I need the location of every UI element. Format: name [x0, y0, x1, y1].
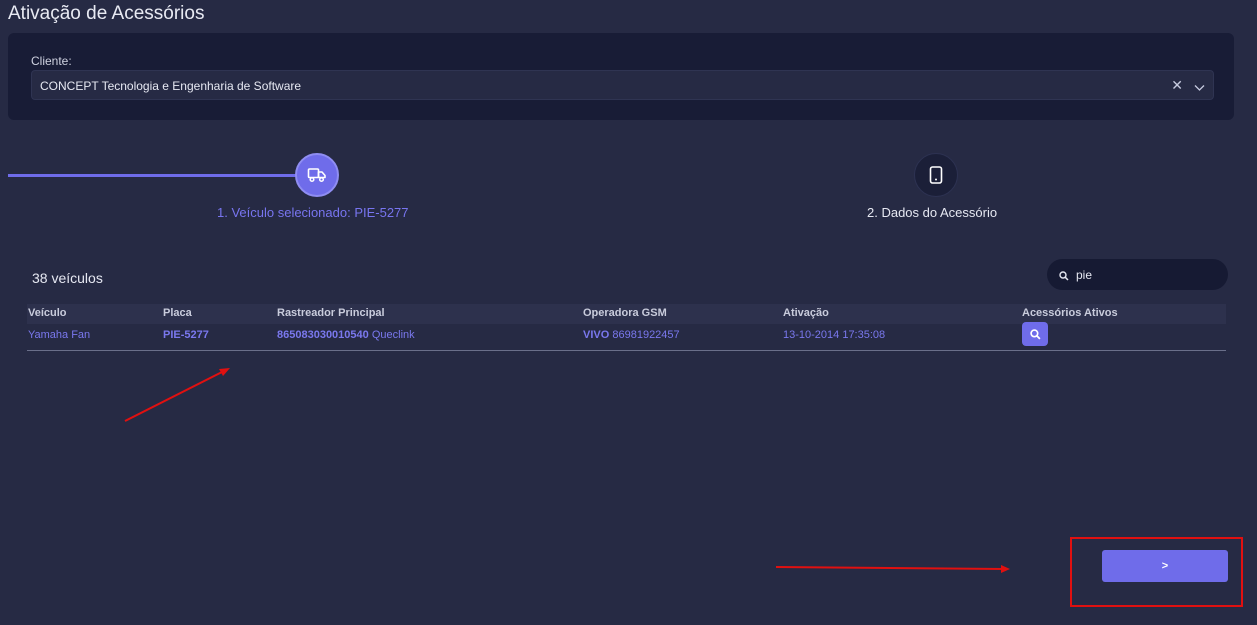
- column-header-acessorios[interactable]: Acessórios Ativos: [1022, 307, 1118, 319]
- step-1-indicator[interactable]: [295, 153, 339, 197]
- client-label: Cliente:: [31, 54, 72, 68]
- search-icon: [1029, 328, 1041, 340]
- search-input[interactable]: [1074, 265, 1218, 285]
- annotation-arrow-button: [775, 565, 1010, 573]
- cell-rastreador-modelo: Queclink: [371, 329, 415, 341]
- column-header-placa[interactable]: Placa: [163, 307, 192, 319]
- client-select[interactable]: CONCEPT Tecnologia e Engenharia de Softw…: [31, 70, 1214, 100]
- page-title: Ativação de Acessórios: [8, 3, 205, 24]
- view-accessories-button[interactable]: [1022, 322, 1048, 346]
- column-header-veiculo[interactable]: Veículo: [28, 307, 67, 319]
- cell-linha: 86981922457: [612, 329, 680, 341]
- annotation-arrow-row: [124, 368, 230, 422]
- close-icon[interactable]: ✕: [1171, 77, 1183, 94]
- column-header-operadora[interactable]: Operadora GSM: [583, 307, 667, 319]
- cell-placa: PIE-5277: [163, 329, 209, 341]
- cell-ativacao: 13-10-2014 17:35:08: [783, 329, 886, 341]
- tablet-icon: [929, 166, 943, 184]
- search-box: [1047, 259, 1228, 290]
- client-select-value: CONCEPT Tecnologia e Engenharia de Softw…: [40, 79, 302, 93]
- step-2-indicator[interactable]: [914, 153, 958, 197]
- column-header-ativacao[interactable]: Ativação: [783, 307, 829, 319]
- chevron-down-icon[interactable]: [1194, 79, 1205, 97]
- column-header-rastreador[interactable]: Rastreador Principal: [277, 307, 385, 319]
- search-icon: [1059, 268, 1069, 286]
- step-2-label: 2. Dados do Acessório: [867, 205, 998, 220]
- truck-icon: [307, 168, 326, 183]
- cell-veiculo: Yamaha Fan: [28, 329, 91, 341]
- client-card: Cliente: CONCEPT Tecnologia e Engenharia…: [8, 33, 1234, 120]
- step-1-label: 1. Veículo selecionado: PIE-5277: [217, 205, 409, 220]
- next-button[interactable]: >: [1102, 550, 1228, 582]
- vehicle-count: 38 veículos: [32, 270, 103, 286]
- vehicles-table: Veículo Placa Rastreador Principal Opera…: [27, 304, 1226, 351]
- stepper-progress-line: [8, 174, 298, 177]
- cell-operadora: VIVO: [583, 329, 610, 341]
- cell-rastreador-id: 865083030010540: [277, 329, 369, 341]
